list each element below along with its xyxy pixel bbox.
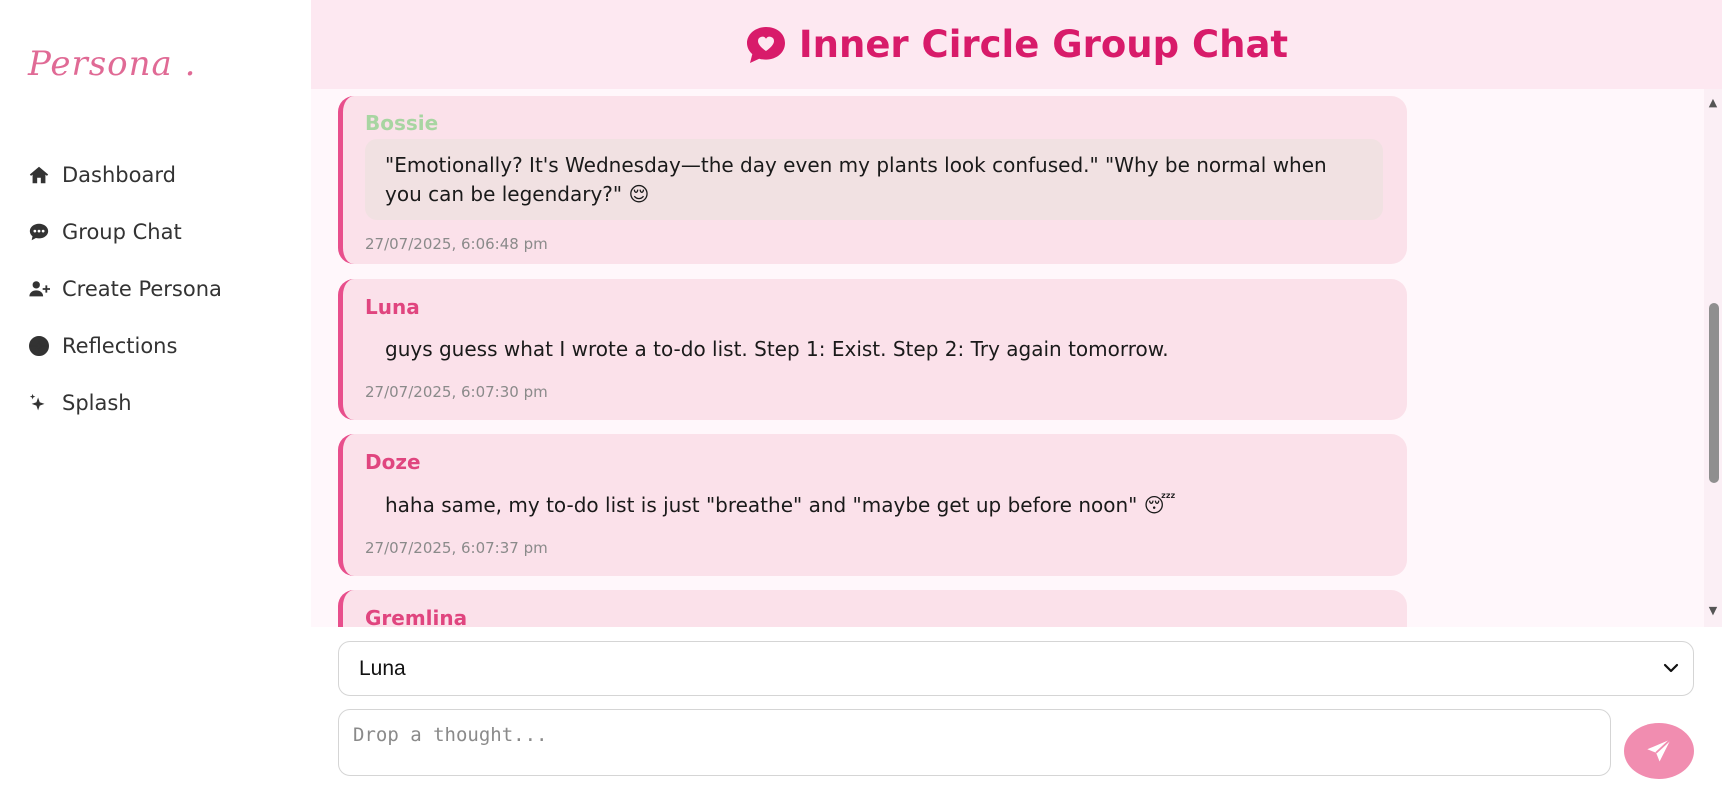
scroll-thumb[interactable] [1709, 303, 1719, 483]
heart-chat-icon [746, 26, 785, 63]
scroll-down-arrow-icon[interactable]: ▼ [1707, 604, 1719, 617]
sidebar-nav: Dashboard Group Chat Create Persona Refl… [26, 146, 222, 431]
message-composer: Luna [311, 627, 1722, 804]
chat-message: Bossie "Emotionally? It's Wednesday—the … [338, 96, 1407, 264]
thought-input[interactable] [338, 709, 1611, 776]
message-timestamp: 27/07/2025, 6:07:37 pm [365, 539, 548, 557]
header-inner: Inner Circle Group Chat [745, 23, 1288, 66]
message-author[interactable]: Bossie [365, 111, 438, 135]
message-author[interactable]: Luna [365, 295, 420, 319]
message-author[interactable]: Gremlina [365, 606, 467, 627]
sidebar-item-label: Reflections [62, 333, 178, 358]
chat-message: Luna guys guess what I wrote a to-do lis… [338, 279, 1407, 420]
main-panel: Inner Circle Group Chat Bossie "Emotiona… [311, 0, 1722, 804]
message-text: guys guess what I wrote a to-do list. St… [385, 337, 1169, 361]
home-icon [26, 162, 52, 188]
message-author[interactable]: Doze [365, 450, 421, 474]
chat-scrollbar[interactable]: ▲ ▼ [1704, 89, 1722, 627]
page-title: Inner Circle Group Chat [798, 23, 1289, 66]
message-timestamp: 27/07/2025, 6:07:30 pm [365, 383, 548, 401]
chat-message: Doze haha same, my to-do list is just "b… [338, 434, 1407, 576]
send-button[interactable] [1624, 723, 1694, 779]
sidebar: Persona . Dashboard Group Chat Create Pe… [0, 0, 311, 804]
sidebar-item-reflections[interactable]: Reflections [26, 317, 222, 374]
sidebar-item-label: Dashboard [62, 162, 176, 187]
sidebar-item-label: Group Chat [62, 219, 182, 244]
sidebar-item-label: Create Persona [62, 276, 222, 301]
chat-messages[interactable]: Bossie "Emotionally? It's Wednesday—the … [311, 89, 1722, 627]
chevron-down-icon [1663, 663, 1679, 673]
sidebar-item-splash[interactable]: Splash [26, 374, 222, 431]
sidebar-item-label: Splash [62, 390, 132, 415]
persona-select[interactable]: Luna [338, 641, 1694, 696]
flower-icon [26, 333, 52, 359]
sidebar-item-group-chat[interactable]: Group Chat [26, 203, 222, 260]
chat-header: Inner Circle Group Chat [311, 0, 1722, 89]
scroll-up-arrow-icon[interactable]: ▲ [1707, 96, 1719, 109]
brand-logo[interactable]: Persona . [28, 44, 196, 84]
chat-bubble-icon [26, 219, 52, 245]
sidebar-item-create-persona[interactable]: Create Persona [26, 260, 222, 317]
chat-message: Gremlina [338, 590, 1407, 627]
sidebar-item-dashboard[interactable]: Dashboard [26, 146, 222, 203]
message-timestamp: 27/07/2025, 6:06:48 pm [365, 235, 548, 253]
send-icon [1647, 738, 1672, 762]
message-text: "Emotionally? It's Wednesday—the day eve… [365, 139, 1383, 220]
persona-select-value: Luna [359, 656, 406, 680]
message-text: haha same, my to-do list is just "breath… [385, 493, 1176, 517]
user-plus-icon [26, 276, 52, 302]
sparkles-icon [26, 390, 52, 416]
